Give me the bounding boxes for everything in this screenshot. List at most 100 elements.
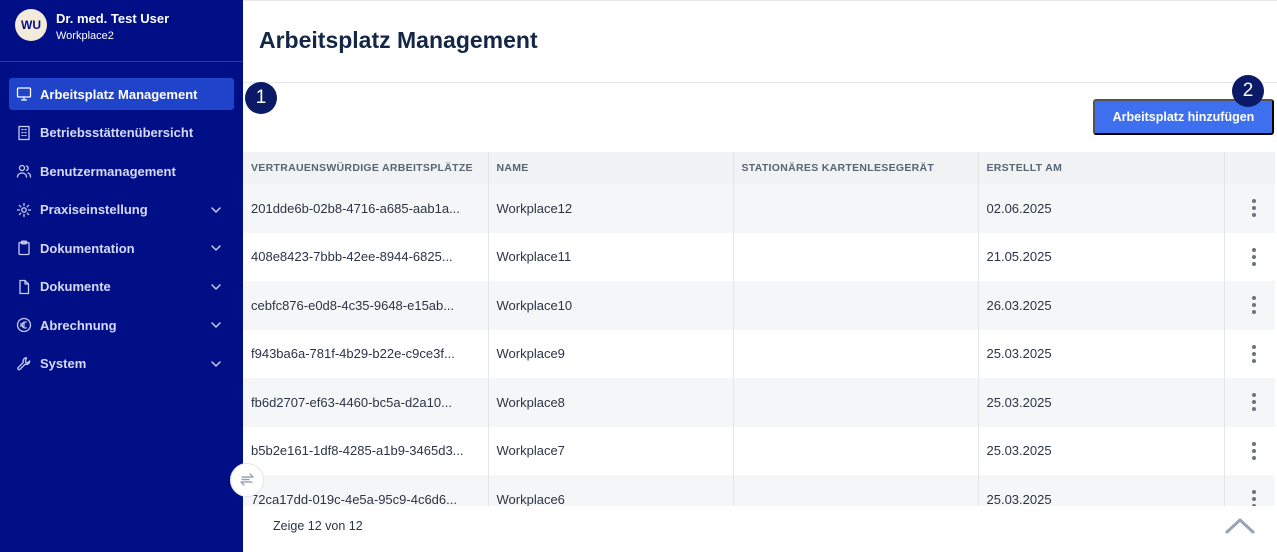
cell-card-reader <box>733 378 979 427</box>
cell-created-at: 25.03.2025 <box>978 329 1225 378</box>
scroll-to-top-button[interactable] <box>1223 513 1257 539</box>
sidebar-item-betriebsst-tten-bersicht[interactable]: Betriebsstättenübersicht <box>9 117 234 149</box>
wrench-icon <box>15 355 33 373</box>
chevron-down-icon <box>211 283 221 290</box>
chevron-up-icon <box>1225 518 1255 534</box>
kebab-menu-icon[interactable] <box>1233 475 1276 506</box>
cell-workplace-name: Workplace9 <box>488 329 734 378</box>
sidebar-item-dokumente[interactable]: Dokumente <box>9 271 234 303</box>
sidebar-item-label: System <box>40 356 87 371</box>
sidebar-item-abrechnung[interactable]: Abrechnung <box>9 309 234 341</box>
cell-card-reader <box>733 281 979 330</box>
table-row[interactable]: f943ba6a-781f-4b29-b22e-c9ce3f... Workpla… <box>243 329 1276 379</box>
kebab-menu-icon[interactable] <box>1233 233 1276 282</box>
app-root: WU Dr. med. Test User Workplace2 Arbeits… <box>0 0 1277 552</box>
cell-workplace-name: Workplace6 <box>488 475 734 506</box>
column-header-created-at[interactable]: ERSTELLT AM <box>978 152 1225 184</box>
cell-actions <box>1224 426 1276 476</box>
cell-workplace-id: 72ca17dd-019c-4e5a-95c9-4c6d6... <box>243 475 489 506</box>
cell-card-reader <box>733 232 979 281</box>
sidebar-item-benutzermanagement[interactable]: Benutzermanagement <box>9 155 234 187</box>
kebab-menu-icon[interactable] <box>1233 281 1276 330</box>
sidebar-item-label: Abrechnung <box>40 317 117 333</box>
cell-workplace-name: Workplace8 <box>488 378 734 427</box>
cell-created-at: 26.03.2025 <box>978 281 1225 330</box>
sidebar-item-label: Benutzermanagement <box>40 163 176 179</box>
cell-workplace-id: 408e8423-7bbb-42ee-8944-6825... <box>243 232 489 281</box>
table-row[interactable]: b5b2e161-1df8-4285-a1b9-3465d3... Workpla… <box>243 426 1276 476</box>
cell-workplace-id: 201dde6b-02b8-4716-a685-aab1a... <box>243 184 489 233</box>
chevron-down-icon <box>211 322 221 328</box>
cell-card-reader <box>733 475 979 506</box>
sidebar-item-arbeitsplatz-management[interactable]: Arbeitsplatz Management <box>9 78 234 110</box>
kebab-menu-icon[interactable] <box>1233 184 1276 233</box>
monitor-icon <box>15 85 33 103</box>
clipboard-icon <box>15 239 33 257</box>
sidebar-item-label: Praxiseinstellung <box>40 202 148 217</box>
pagination-count: Zeige 12 von 12 <box>273 519 363 533</box>
cell-created-at: 21.05.2025 <box>978 232 1225 281</box>
swap-arrows-icon <box>240 473 254 486</box>
kebab-menu-icon[interactable] <box>1233 330 1276 379</box>
building-icon <box>15 124 33 142</box>
main-content: Arbeitsplatz Management Arbeitsplatz hin… <box>243 0 1277 552</box>
avatar[interactable]: WU <box>15 9 47 41</box>
cell-workplace-name: Workplace7 <box>488 426 734 475</box>
euro-icon <box>15 316 33 334</box>
kebab-menu-icon[interactable] <box>1233 378 1276 427</box>
column-header-name[interactable]: NAME <box>488 152 734 184</box>
sidebar-item-praxiseinstellung[interactable]: Praxiseinstellung <box>9 194 234 226</box>
table-row[interactable]: 408e8423-7bbb-42ee-8944-6825... Workplace… <box>243 232 1276 282</box>
column-header-actions <box>1224 152 1275 184</box>
cell-actions <box>1224 378 1275 427</box>
sidebar-item-label: Arbeitsplatz Management <box>40 86 198 102</box>
workplace-table-container[interactable]: VERTRAUENSWÜRDIGE ARBEITSPLÄTZE NAME STATI… <box>243 152 1277 506</box>
column-header-card-reader[interactable]: STATIONÄRES KARTENLESEGERÄT <box>733 152 979 184</box>
users-icon <box>15 162 33 180</box>
table-row[interactable]: 201dde6b-02b8-4716-a685-aab1a... Workplac… <box>243 184 1275 233</box>
sidebar-item-label: Dokumentation <box>40 240 135 256</box>
cell-workplace-name: Workplace10 <box>488 281 734 330</box>
cell-created-at: 25.03.2025 <box>978 426 1225 475</box>
cell-actions <box>1224 475 1275 506</box>
table-row[interactable]: cebfc876-e0d8-4c35-9648-e15ab... Workplac… <box>243 281 1275 330</box>
table-body: 201dde6b-02b8-4716-a685-aab1a... Workplac… <box>243 184 1275 506</box>
chevron-down-icon <box>211 206 221 213</box>
gear-icon <box>15 201 33 219</box>
cell-created-at: 25.03.2025 <box>978 378 1225 427</box>
file-icon <box>15 278 33 296</box>
sidebar-item-dokumentation[interactable]: Dokumentation <box>9 232 234 264</box>
cell-actions <box>1224 232 1276 282</box>
cell-actions <box>1224 184 1275 233</box>
sidebar-collapse-button[interactable] <box>230 463 264 497</box>
cell-created-at: 02.06.2025 <box>978 184 1225 233</box>
user-panel[interactable]: WU Dr. med. Test User Workplace2 <box>0 0 243 62</box>
column-header-trusted-workplaces[interactable]: VERTRAUENSWÜRDIGE ARBEITSPLÄTZE <box>243 152 489 184</box>
sidebar-nav: Arbeitsplatz Management Betriebsstättenüb… <box>0 78 243 386</box>
kebab-menu-icon[interactable] <box>1233 427 1276 476</box>
cell-workplace-name: Workplace12 <box>488 184 734 233</box>
step-badge-2: 2 <box>1232 75 1264 107</box>
cell-card-reader <box>733 329 979 378</box>
chevron-down-icon <box>211 360 221 367</box>
cell-actions <box>1224 281 1275 330</box>
table-row[interactable]: 72ca17dd-019c-4e5a-95c9-4c6d6... Workplac… <box>243 475 1275 506</box>
chevron-down-icon <box>211 245 221 251</box>
cell-workplace-name: Workplace11 <box>488 232 734 281</box>
user-workplace: Workplace2 <box>56 30 114 42</box>
cell-workplace-id: f943ba6a-781f-4b29-b22e-c9ce3f... <box>243 329 489 378</box>
cell-workplace-id: fb6d2707-ef63-4460-bc5a-d2a10... <box>243 378 489 427</box>
cell-actions <box>1224 329 1276 379</box>
sidebar-item-label: Betriebsstättenübersicht <box>40 125 194 140</box>
table-row[interactable]: fb6d2707-ef63-4460-bc5a-d2a10... Workplac… <box>243 378 1275 427</box>
user-name: Dr. med. Test User <box>56 11 170 26</box>
page-title: Arbeitsplatz Management <box>259 27 538 53</box>
cell-workplace-id: b5b2e161-1df8-4285-a1b9-3465d3... <box>243 426 489 475</box>
header-divider <box>243 82 1277 83</box>
cell-card-reader <box>733 184 979 233</box>
sidebar-item-system[interactable]: System <box>9 348 234 380</box>
cell-card-reader <box>733 426 979 475</box>
table-header-row: VERTRAUENSWÜRDIGE ARBEITSPLÄTZE NAME STATI… <box>243 152 1275 184</box>
sidebar-item-label: Dokumente <box>40 279 111 294</box>
cell-created-at: 25.03.2025 <box>978 475 1225 506</box>
